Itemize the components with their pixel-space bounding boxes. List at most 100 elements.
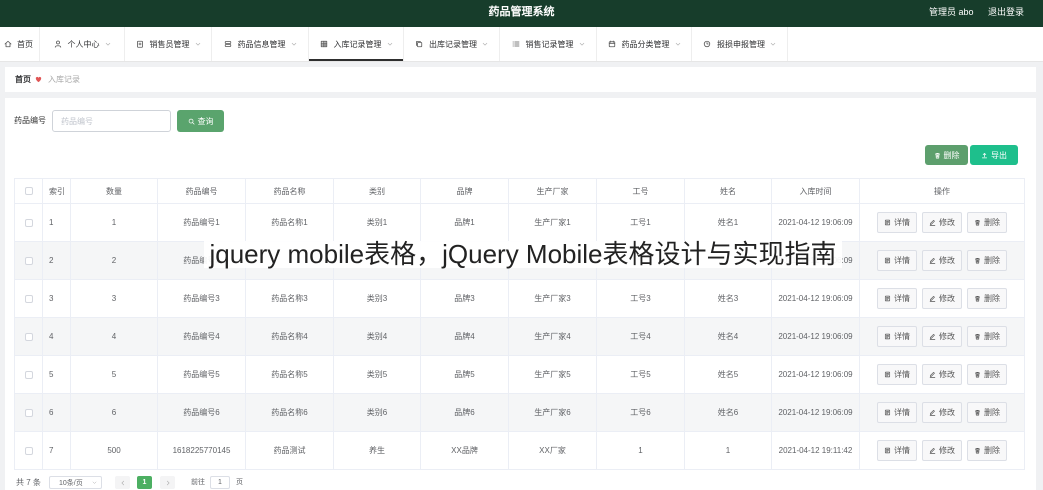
detail-button[interactable]: 详情 <box>877 402 917 423</box>
delete-button[interactable]: 删除 <box>967 250 1007 271</box>
document-icon <box>884 219 891 226</box>
edit-button[interactable]: 修改 <box>922 212 962 233</box>
delete-button[interactable]: 删除 <box>967 364 1007 385</box>
nav-item-sales-records[interactable]: 销售记录管理 <box>500 27 597 61</box>
cell-staff-id: 工号1 <box>596 203 685 242</box>
cell-drug-name: 药品名称3 <box>245 279 334 318</box>
nav-item-home[interactable]: 首页 <box>0 27 40 61</box>
cell-staff-id: 工号3 <box>596 279 685 318</box>
nav-item-stock-in[interactable]: 入库记录管理 <box>309 27 404 61</box>
cell-staff-id: 工号6 <box>596 393 685 432</box>
cell-stock-in-time: 2021-04-12 19:11:42 <box>771 431 860 470</box>
cell-drug-name: 药品名称6 <box>245 393 334 432</box>
edit-button[interactable]: 修改 <box>922 364 962 385</box>
document-icon <box>884 371 891 378</box>
delete-button-label: 删除 <box>984 370 1000 379</box>
edit-button[interactable]: 修改 <box>922 440 962 461</box>
row-actions-cell: 详情 修改 删除 <box>859 279 1025 318</box>
delete-button[interactable]: 删除 <box>967 402 1007 423</box>
upload-icon <box>981 152 988 159</box>
cell-index: 3 <box>42 279 71 318</box>
detail-button[interactable]: 详情 <box>877 288 917 309</box>
edit-button[interactable]: 修改 <box>922 326 962 347</box>
nav-item-loss-report[interactable]: 报损申报管理 <box>692 27 788 61</box>
row-actions-cell: 详情 修改 删除 <box>859 393 1025 432</box>
nav-item-drug-category[interactable]: 药品分类管理 <box>597 27 692 61</box>
page-size-select[interactable]: 10条/页 <box>49 476 102 489</box>
cell-index: 1 <box>42 203 71 242</box>
search-icon <box>188 118 195 125</box>
row-checkbox[interactable] <box>24 256 33 265</box>
logout-link[interactable]: 退出登录 <box>988 0 1024 24</box>
batch-delete-label: 删除 <box>943 150 960 160</box>
select-all-checkbox[interactable] <box>24 187 33 196</box>
edit-button-label: 修改 <box>939 446 955 455</box>
delete-button[interactable]: 删除 <box>967 440 1007 461</box>
stock-in-table: 索引 数量 药品编号 药品名称 类别 品牌 生产厂家 工号 姓名 入库时间 操作… <box>14 178 1025 470</box>
home-icon <box>4 40 12 48</box>
nav-item-stock-out[interactable]: 出库记录管理 <box>404 27 500 61</box>
detail-button[interactable]: 详情 <box>877 364 917 385</box>
cell-manufacturer: 生产厂家4 <box>508 317 597 356</box>
cell-stock-in-time: 2021-04-12 19:06:09 <box>771 317 860 356</box>
column-header-stock-in-time: 入库时间 <box>771 178 860 204</box>
row-checkbox[interactable] <box>24 446 33 455</box>
edit-icon <box>929 371 936 378</box>
drug-code-search-input[interactable] <box>52 110 171 132</box>
cell-stock-in-time: 2021-04-12 19:06:09 <box>771 355 860 394</box>
detail-button-label: 详情 <box>894 218 910 227</box>
column-header-staff-id: 工号 <box>596 178 685 204</box>
edit-button-label: 修改 <box>939 408 955 417</box>
select-all-cell <box>14 178 43 204</box>
breadcrumb-home[interactable]: 首页 <box>15 74 31 85</box>
nav-item-drug-info[interactable]: 药品信息管理 <box>212 27 309 61</box>
cell-index: 4 <box>42 317 71 356</box>
cell-quantity: 3 <box>70 279 158 318</box>
row-actions: 详情 修改 删除 <box>863 212 1021 233</box>
detail-button-label: 详情 <box>894 332 910 341</box>
copy-icon <box>415 40 423 48</box>
edit-icon <box>929 257 936 264</box>
cell-index: 7 <box>42 431 71 470</box>
nav-item-profile[interactable]: 个人中心 <box>40 27 125 61</box>
delete-button[interactable]: 删除 <box>967 288 1007 309</box>
detail-button[interactable]: 详情 <box>877 440 917 461</box>
detail-button[interactable]: 详情 <box>877 212 917 233</box>
delete-button[interactable]: 删除 <box>967 212 1007 233</box>
edit-button[interactable]: 修改 <box>922 402 962 423</box>
nav-item-salesperson[interactable]: 销售员管理 <box>125 27 212 61</box>
column-header-staff-name: 姓名 <box>684 178 772 204</box>
row-checkbox-cell <box>14 203 43 242</box>
row-checkbox[interactable] <box>24 218 33 227</box>
search-button-label: 查询 <box>197 116 214 126</box>
delete-button-label: 删除 <box>984 408 1000 417</box>
cell-manufacturer: 生产厂家5 <box>508 355 597 394</box>
cell-brand: 品牌5 <box>420 355 509 394</box>
cell-staff-name: 姓名6 <box>684 393 772 432</box>
export-button[interactable]: 导出 <box>970 145 1018 165</box>
nav-label: 出库记录管理 <box>429 39 477 49</box>
prev-page-button[interactable] <box>115 476 130 489</box>
goto-page-input[interactable] <box>210 476 230 489</box>
cell-drug-code: 药品编号5 <box>157 355 246 394</box>
next-page-button[interactable] <box>160 476 175 489</box>
column-header-index: 索引 <box>42 178 71 204</box>
nav-label: 报损申报管理 <box>717 39 765 49</box>
export-label: 导出 <box>991 150 1007 160</box>
page-number-current[interactable]: 1 <box>137 476 152 489</box>
batch-delete-button[interactable]: 删除 <box>925 145 968 165</box>
detail-button[interactable]: 详情 <box>877 326 917 347</box>
edit-button[interactable]: 修改 <box>922 288 962 309</box>
current-user[interactable]: 管理员 abo <box>929 0 974 24</box>
row-checkbox[interactable] <box>24 332 33 341</box>
search-button[interactable]: 查询 <box>177 110 224 132</box>
delete-button[interactable]: 删除 <box>967 326 1007 347</box>
row-actions-cell: 详情 修改 删除 <box>859 355 1025 394</box>
row-checkbox[interactable] <box>24 370 33 379</box>
row-checkbox[interactable] <box>24 408 33 417</box>
edit-button[interactable]: 修改 <box>922 250 962 271</box>
column-header-actions: 操作 <box>859 178 1025 204</box>
chevron-down-icon <box>675 41 681 47</box>
detail-button[interactable]: 详情 <box>877 250 917 271</box>
row-checkbox[interactable] <box>24 294 33 303</box>
